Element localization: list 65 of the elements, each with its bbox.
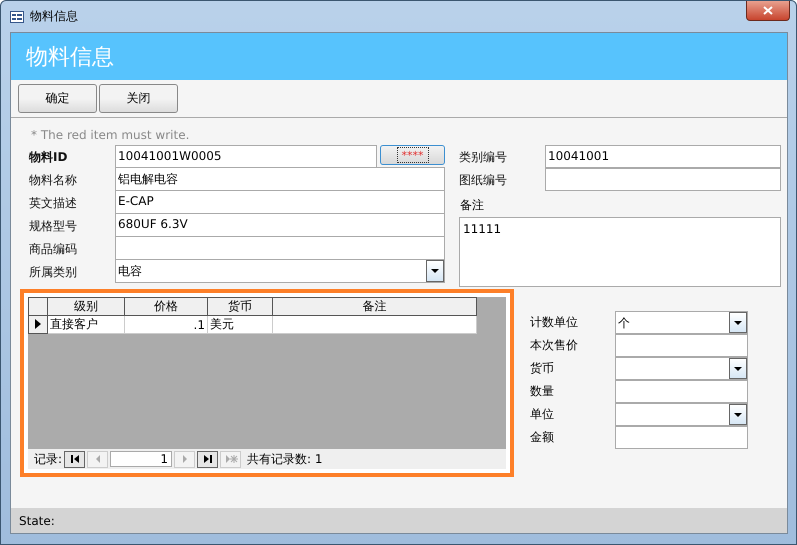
- input-field[interactable]: [615, 426, 748, 449]
- lookup-button[interactable]: ****: [380, 145, 445, 165]
- field-label: 物料名称: [29, 172, 78, 189]
- combo-box[interactable]: 个: [615, 311, 748, 334]
- current-row-icon: [35, 318, 41, 328]
- field-label: 货币: [530, 360, 555, 377]
- input-field[interactable]: 10041001W0005: [115, 145, 377, 168]
- field-label: 商品编码: [29, 241, 78, 258]
- new-record-icon: [224, 452, 238, 466]
- caret-icon: [734, 412, 742, 416]
- record-count: 共有记录数: 1: [247, 450, 323, 468]
- field-label: 规格型号: [29, 218, 78, 235]
- notes-label: 备注: [460, 197, 485, 211]
- dropdown-button[interactable]: [729, 404, 747, 425]
- input-field[interactable]: [545, 168, 781, 191]
- table-cell: 直接客户: [48, 316, 124, 334]
- combo-box[interactable]: 电容: [115, 259, 445, 283]
- dropdown-button[interactable]: [729, 312, 747, 333]
- close-button[interactable]: [746, 1, 790, 21]
- column-header[interactable]: 货币: [208, 298, 272, 316]
- input-field[interactable]: E-CAP: [115, 190, 445, 214]
- dropdown-button[interactable]: [426, 260, 444, 282]
- field-label: 金额: [530, 429, 555, 446]
- record-number-field[interactable]: 1: [110, 451, 172, 467]
- close-icon: [763, 6, 773, 15]
- field-label: 所属类别: [29, 264, 78, 281]
- nav-button[interactable]: [197, 450, 218, 468]
- field-label: 物料ID: [29, 149, 68, 166]
- field-label: 英文描述: [29, 195, 78, 212]
- notes-field[interactable]: 11111: [459, 217, 781, 287]
- field-label: 本次售价: [530, 337, 579, 354]
- input-field[interactable]: 10041001: [545, 145, 781, 168]
- combo-box[interactable]: [615, 403, 748, 426]
- input-field[interactable]: [115, 236, 445, 260]
- field-label: 数量: [530, 383, 555, 400]
- dropdown-button[interactable]: [729, 358, 747, 379]
- field-label: 计数单位: [530, 314, 579, 331]
- caret-icon: [431, 269, 439, 273]
- combo-box[interactable]: [615, 357, 748, 380]
- field-label: 单位: [530, 406, 555, 423]
- record-label: 记录:: [34, 450, 62, 468]
- combo-value: 个: [618, 315, 630, 332]
- caret-icon: [734, 366, 742, 370]
- field-label: 图纸编号: [459, 172, 508, 189]
- input-field[interactable]: [615, 334, 748, 357]
- nav-button[interactable]: [64, 450, 86, 468]
- input-field[interactable]: [615, 380, 748, 403]
- table-cell: .1: [124, 316, 208, 334]
- caret-icon: [734, 320, 742, 324]
- column-header[interactable]: 价格: [124, 298, 208, 316]
- window-title: 物料信息: [30, 8, 78, 25]
- input-field[interactable]: 铝电解电容: [115, 167, 445, 191]
- toolbar-button[interactable]: 确定: [18, 84, 97, 113]
- column-header[interactable]: 级别: [48, 298, 124, 316]
- combo-value: 电容: [118, 263, 142, 280]
- input-field[interactable]: 680UF 6.3V: [115, 213, 445, 237]
- column-header[interactable]: 备注: [272, 298, 476, 316]
- record-selector[interactable]: [28, 316, 48, 334]
- hint-text: * The red item must write.: [31, 128, 190, 144]
- field-label: 类别编号: [459, 149, 508, 166]
- toolbar-button[interactable]: 关闭: [99, 84, 178, 113]
- table-cell: 美元: [208, 316, 272, 334]
- form-title: 物料信息: [26, 44, 114, 72]
- form-icon: [10, 10, 24, 22]
- status-label: State:: [19, 514, 55, 528]
